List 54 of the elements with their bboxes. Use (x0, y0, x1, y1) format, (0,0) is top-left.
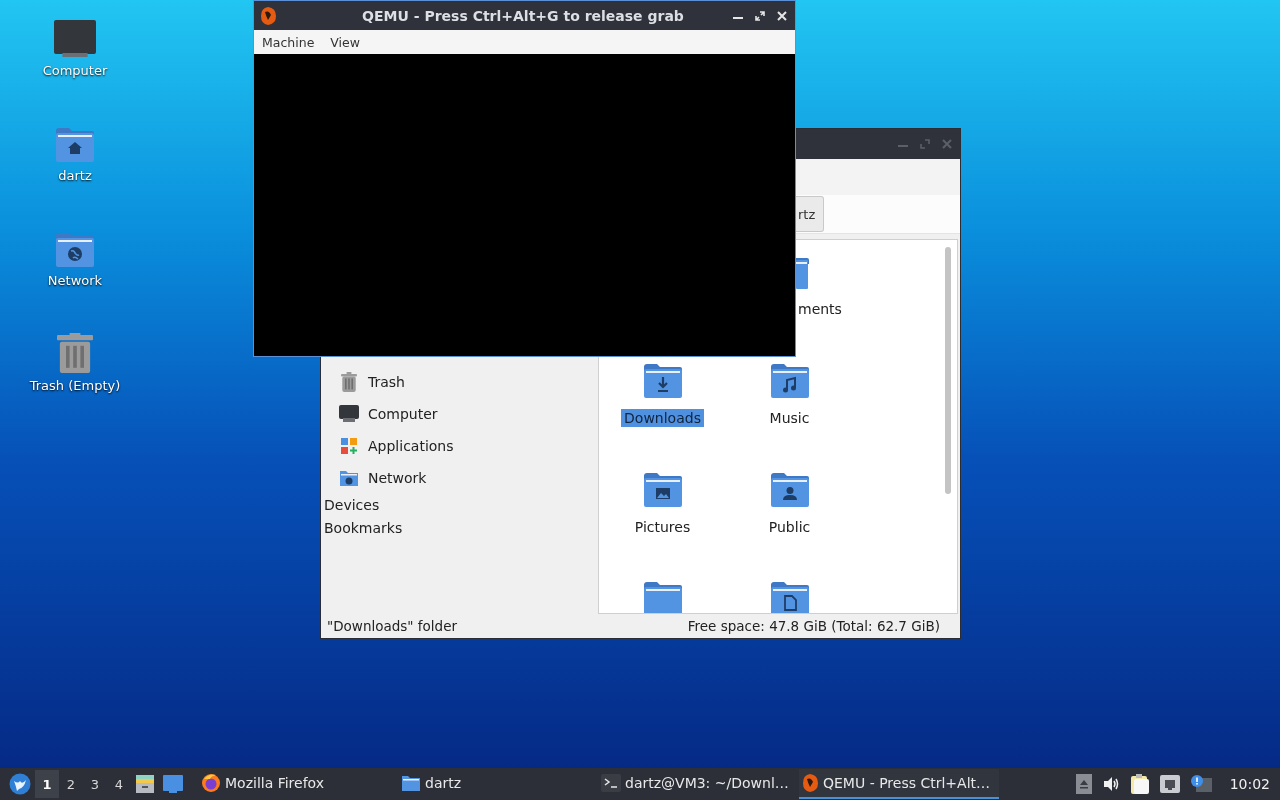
desktop-icon[interactable] (163, 775, 183, 793)
file-label[interactable]: Music (766, 409, 813, 427)
folder-icon (401, 774, 421, 792)
taskbar-button[interactable]: dartz@VM3: ~/Downl… (599, 769, 799, 799)
qemu-logo-icon (801, 773, 819, 793)
network-folder-icon (55, 232, 95, 268)
desktop-icon-label[interactable]: Network (47, 273, 103, 288)
home-folder-icon (55, 127, 95, 163)
scrollbar[interactable] (945, 247, 951, 494)
taskbar-button[interactable]: Mozilla Firefox (199, 769, 399, 799)
sidebar-section-header[interactable]: Devices (323, 494, 598, 517)
monitor-icon (54, 20, 96, 58)
network-wired-icon[interactable] (1159, 775, 1180, 793)
eject-icon[interactable] (1075, 774, 1092, 794)
firefox-icon (201, 773, 221, 793)
monitor-icon (339, 405, 359, 423)
clipboard-icon[interactable] (1129, 773, 1150, 795)
file-label[interactable]: Downloads (621, 409, 704, 427)
file-label[interactable]: ments (796, 300, 845, 318)
menu-item[interactable]: View (330, 34, 360, 50)
sidebar-item[interactable]: Computer (368, 406, 438, 422)
app-grid-icon (340, 437, 358, 455)
free-space-text: Free space: 47.8 GiB (Total: 62.7 GiB) (687, 618, 940, 634)
taskbar-button[interactable]: QEMU - Press Ctrl+Alt… (799, 769, 999, 799)
menu-item[interactable]: Machine (262, 34, 315, 50)
workspace-button[interactable]: 4 (107, 770, 131, 798)
trash-icon (57, 333, 93, 373)
sidebar-item[interactable]: Trash (368, 374, 405, 390)
notification-icon[interactable] (1189, 774, 1212, 794)
network-folder-icon (339, 469, 359, 487)
workspace-button[interactable]: 1 (35, 770, 59, 798)
folder-icon (642, 472, 683, 508)
folder-icon (769, 363, 810, 399)
folder-icon (642, 363, 683, 399)
qemu-logo-icon (259, 5, 277, 26)
folder-icon (769, 472, 810, 508)
app-menu-icon[interactable] (9, 773, 31, 795)
file-cabinet-icon[interactable] (135, 774, 155, 794)
workspace-button[interactable]: 3 (83, 770, 107, 798)
file-label[interactable]: Public (765, 518, 814, 536)
volume-icon[interactable] (1101, 775, 1120, 793)
terminal-icon (601, 774, 621, 792)
desktop-icon-label[interactable]: Trash (Empty) (29, 378, 121, 393)
sidebar-section-header[interactable]: Bookmarks (323, 517, 598, 540)
sidebar-item[interactable]: Applications (368, 438, 454, 454)
clock[interactable]: 10:02 (1229, 776, 1270, 792)
status-text: "Downloads" folder (327, 618, 458, 634)
file-label[interactable]: Pictures (631, 518, 694, 536)
path-button[interactable]: rtz (796, 196, 825, 232)
trash-icon (341, 372, 357, 392)
sidebar-item[interactable]: Network (368, 470, 427, 486)
workspace-button[interactable]: 2 (59, 770, 83, 798)
window-title: QEMU - Press Ctrl+Alt+G to release grab (361, 7, 685, 24)
taskbar-button[interactable]: dartz (399, 769, 599, 799)
